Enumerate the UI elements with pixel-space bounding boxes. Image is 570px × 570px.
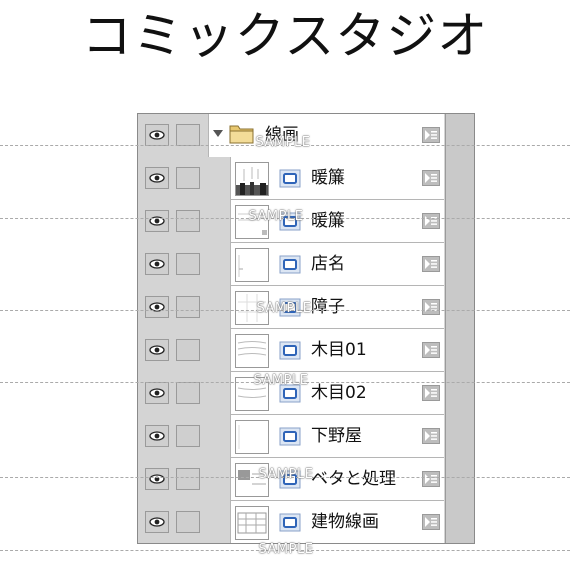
layer-row[interactable]: 木目01 xyxy=(138,329,444,372)
layer-properties-button[interactable] xyxy=(422,256,440,272)
lock-toggle[interactable] xyxy=(176,511,200,533)
layer-cell[interactable]: 店名 xyxy=(230,243,444,286)
layer-properties-icon xyxy=(425,216,437,226)
layer-cell[interactable]: 建物線画 xyxy=(230,501,444,543)
expand-triangle-icon[interactable] xyxy=(213,130,223,138)
layer-properties-icon xyxy=(425,173,437,183)
raster-layer-icon xyxy=(279,169,301,188)
visibility-toggle[interactable] xyxy=(145,296,169,318)
layer-row[interactable]: 建物線画 xyxy=(138,501,444,543)
eye-icon xyxy=(149,173,165,183)
layer-thumbnail xyxy=(235,506,269,540)
layer-scrollbar[interactable] xyxy=(445,114,474,543)
lock-toggle[interactable] xyxy=(176,210,200,232)
layer-name: 下野屋 xyxy=(311,426,362,446)
eye-icon xyxy=(149,474,165,484)
layer-properties-icon xyxy=(425,388,437,398)
layer-properties-button[interactable] xyxy=(422,428,440,444)
eye-icon xyxy=(149,130,165,140)
layer-properties-icon xyxy=(425,130,437,140)
layer-name: 木目01 xyxy=(311,340,367,360)
app-title: コミックスタジオ xyxy=(81,7,489,65)
layer-properties-icon xyxy=(425,259,437,269)
layer-row[interactable]: 店名 xyxy=(138,243,444,286)
layer-row[interactable]: 下野屋 xyxy=(138,415,444,458)
lock-toggle[interactable] xyxy=(176,253,200,275)
layer-cell[interactable]: 暖簾 xyxy=(230,157,444,200)
watermark-text: SAMPLE xyxy=(258,467,314,482)
raster-layer-icon xyxy=(279,255,301,274)
layer-thumbnail xyxy=(235,334,269,368)
layer-properties-icon xyxy=(425,431,437,441)
watermark-text: SAMPLE xyxy=(258,542,314,557)
eye-icon xyxy=(149,388,165,398)
lock-toggle[interactable] xyxy=(176,167,200,189)
visibility-toggle[interactable] xyxy=(145,382,169,404)
layer-properties-button[interactable] xyxy=(422,471,440,487)
eye-icon xyxy=(149,345,165,355)
visibility-toggle[interactable] xyxy=(145,210,169,232)
layer-name: 店名 xyxy=(311,254,345,274)
layer-properties-button[interactable] xyxy=(422,299,440,315)
layer-name: 建物線画 xyxy=(311,512,379,532)
layer-properties-icon xyxy=(425,302,437,312)
raster-layer-icon xyxy=(279,513,301,532)
visibility-toggle[interactable] xyxy=(145,339,169,361)
lock-toggle[interactable] xyxy=(176,296,200,318)
layer-thumbnail xyxy=(235,248,269,282)
watermark-text: SAMPLE xyxy=(256,301,312,316)
layer-properties-icon xyxy=(425,517,437,527)
layer-properties-button[interactable] xyxy=(422,385,440,401)
lock-toggle[interactable] xyxy=(176,124,200,146)
layer-properties-button[interactable] xyxy=(422,342,440,358)
eye-icon xyxy=(149,431,165,441)
layer-row[interactable]: 暖簾 xyxy=(138,157,444,200)
visibility-toggle[interactable] xyxy=(145,124,169,146)
layer-properties-button[interactable] xyxy=(422,127,440,143)
layer-properties-button[interactable] xyxy=(422,213,440,229)
watermark-text: SAMPLE xyxy=(255,135,311,150)
visibility-toggle[interactable] xyxy=(145,468,169,490)
watermark-text: SAMPLE xyxy=(253,373,309,388)
layer-properties-button[interactable] xyxy=(422,514,440,530)
layer-thumbnail xyxy=(235,420,269,454)
watermark-text: SAMPLE xyxy=(248,209,304,224)
visibility-toggle[interactable] xyxy=(145,167,169,189)
lock-toggle[interactable] xyxy=(176,425,200,447)
visibility-toggle[interactable] xyxy=(145,253,169,275)
raster-layer-icon xyxy=(279,341,301,360)
layer-properties-button[interactable] xyxy=(422,170,440,186)
layer-name: 暖簾 xyxy=(311,168,345,188)
visibility-toggle[interactable] xyxy=(145,511,169,533)
eye-icon xyxy=(149,259,165,269)
layer-cell[interactable]: 木目01 xyxy=(230,329,444,372)
layer-cell[interactable]: 下野屋 xyxy=(230,415,444,458)
layer-properties-icon xyxy=(425,345,437,355)
visibility-toggle[interactable] xyxy=(145,425,169,447)
layer-thumbnail xyxy=(235,162,269,196)
eye-icon xyxy=(149,517,165,527)
lock-toggle[interactable] xyxy=(176,382,200,404)
raster-layer-icon xyxy=(279,427,301,446)
layer-properties-icon xyxy=(425,474,437,484)
lock-toggle[interactable] xyxy=(176,468,200,490)
lock-toggle[interactable] xyxy=(176,339,200,361)
